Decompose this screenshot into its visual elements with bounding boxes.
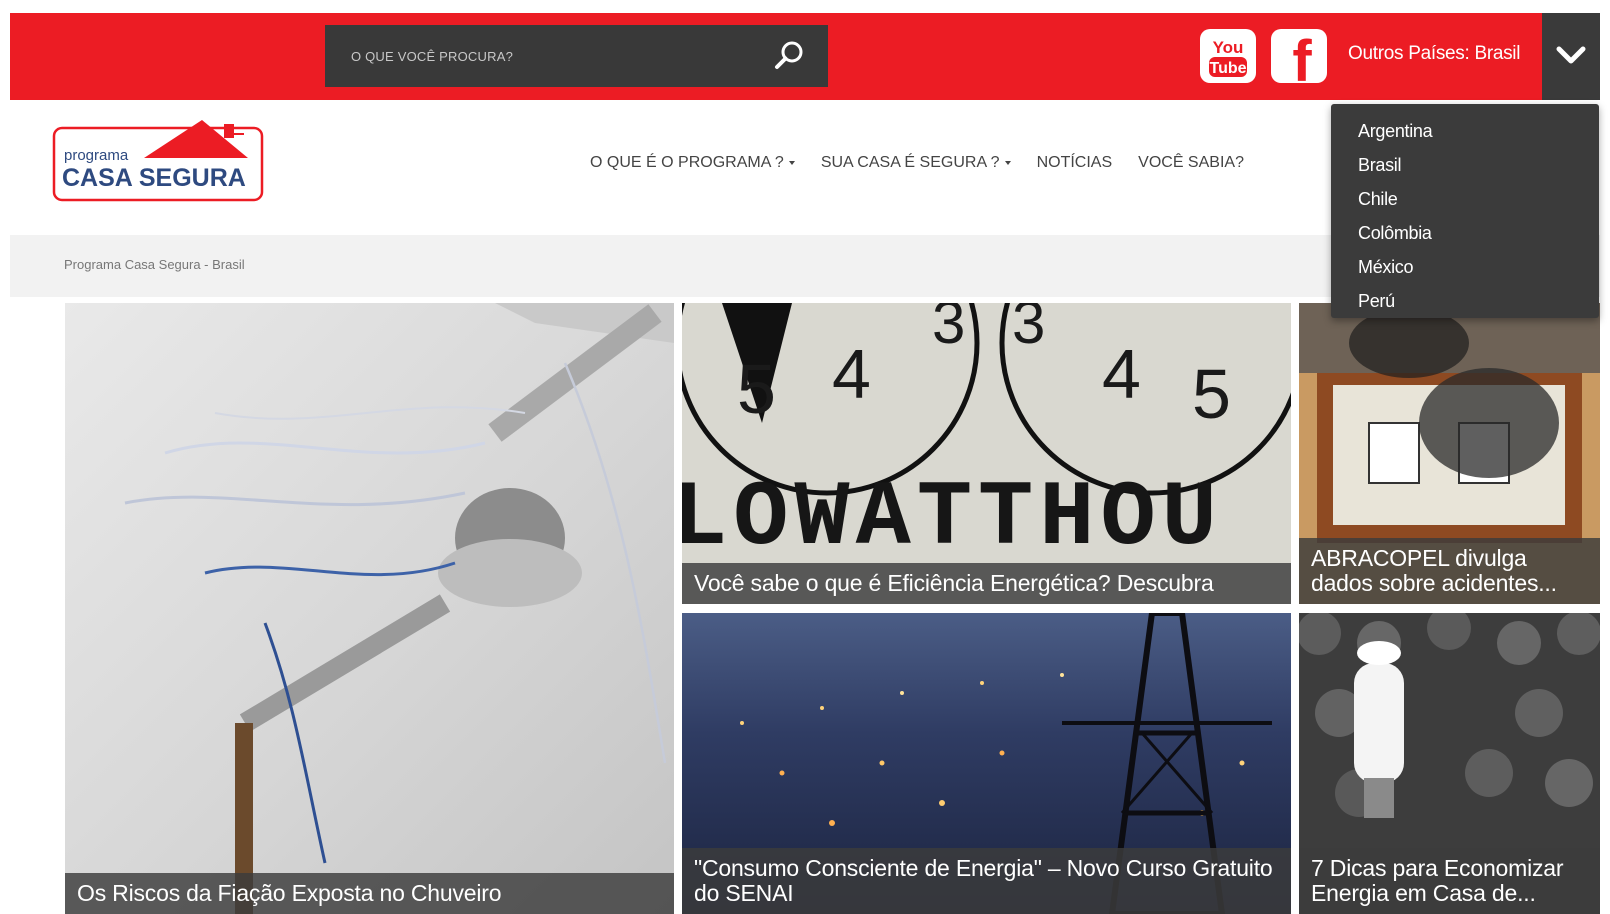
country-option-brasil[interactable]: Brasil — [1331, 148, 1599, 182]
nav-item-label: NOTÍCIAS — [1036, 154, 1113, 171]
tile-caption: "Consumo Consciente de Energia" – Novo C… — [682, 848, 1291, 914]
svg-text:4: 4 — [1102, 335, 1141, 413]
tile-caption: Você sabe o que é Eficiência Energética?… — [682, 563, 1291, 604]
country-option-chile[interactable]: Chile — [1331, 182, 1599, 216]
news-tile-eficiencia[interactable]: 5 4 3 3 4 5 LOWATTHOU Você sabe o que é … — [682, 303, 1291, 604]
svg-text:Tube: Tube — [1209, 60, 1246, 77]
tile-caption: ABRACOPEL divulga dados sobre acidentes.… — [1299, 538, 1600, 604]
nav-item-programa[interactable]: O QUE É O PROGRAMA ? — [590, 154, 795, 172]
news-tile-dicas[interactable]: 7 Dicas para Economizar Energia em Casa … — [1299, 613, 1600, 914]
caret-down-icon — [1004, 160, 1011, 165]
news-tile-abracopel[interactable]: ABRACOPEL divulga dados sobre acidentes.… — [1299, 303, 1600, 604]
svg-text:CASA SEGURA: CASA SEGURA — [62, 164, 246, 192]
country-dropdown-menu: Argentina Brasil Chile Colômbia México P… — [1331, 104, 1599, 318]
nav-item-voce-sabia[interactable]: VOCÊ SABIA? — [1138, 154, 1244, 172]
nav-item-label: O QUE É O PROGRAMA ? — [590, 154, 784, 171]
country-option-colombia[interactable]: Colômbia — [1331, 216, 1599, 250]
nav-item-label: VOCÊ SABIA? — [1138, 154, 1244, 171]
svg-text:3: 3 — [932, 303, 965, 356]
svg-text:f: f — [1292, 29, 1312, 83]
svg-text:You: You — [1213, 38, 1244, 57]
svg-text:4: 4 — [832, 335, 871, 413]
youtube-icon: You Tube — [1209, 38, 1247, 77]
news-tile-senai[interactable]: "Consumo Consciente de Energia" – Novo C… — [682, 613, 1291, 914]
country-option-peru[interactable]: Perú — [1331, 284, 1599, 318]
country-dropdown-toggle[interactable] — [1542, 13, 1600, 100]
facebook-link[interactable]: f — [1271, 29, 1327, 94]
search-icon — [775, 41, 803, 69]
page: You Tube f Outros Países: Brasil program… — [0, 0, 1610, 914]
nav-item-noticias[interactable]: NOTÍCIAS — [1037, 154, 1113, 172]
house-logo-icon: programa CASA SEGURA — [52, 120, 264, 202]
country-selector-label[interactable]: Outros Países: Brasil — [1348, 43, 1520, 65]
tile-caption: 7 Dicas para Economizar Energia em Casa … — [1299, 848, 1600, 914]
youtube-link[interactable]: You Tube — [1200, 29, 1256, 83]
top-bar: You Tube f Outros Países: Brasil — [10, 13, 1600, 100]
svg-text:LOWATTHOU: LOWATTHOU — [682, 466, 1223, 571]
country-option-mexico[interactable]: México — [1331, 250, 1599, 284]
shower-wiring-image — [124, 303, 674, 914]
search-box — [325, 25, 828, 87]
svg-text:3: 3 — [1012, 303, 1045, 356]
search-button[interactable] — [772, 39, 806, 73]
facebook-icon: f — [1292, 29, 1312, 94]
breadcrumb[interactable]: Programa Casa Segura - Brasil — [64, 257, 245, 272]
chevron-down-icon — [1556, 46, 1586, 64]
news-tile-fiacao[interactable]: Os Riscos da Fiação Exposta no Chuveiro — [65, 303, 674, 914]
country-option-argentina[interactable]: Argentina — [1331, 114, 1599, 148]
tile-caption: Os Riscos da Fiação Exposta no Chuveiro — [65, 873, 674, 914]
search-input[interactable] — [325, 25, 765, 87]
caret-down-icon — [788, 160, 795, 165]
site-logo[interactable]: programa CASA SEGURA — [52, 118, 264, 204]
svg-text:programa: programa — [64, 147, 129, 164]
svg-text:5: 5 — [737, 350, 776, 428]
main-nav: O QUE É O PROGRAMA ? SUA CASA É SEGURA ?… — [590, 154, 1270, 172]
electric-meter-image: 5 4 3 3 4 5 LOWATTHOU — [682, 303, 1291, 604]
nav-item-label: SUA CASA É SEGURA ? — [820, 154, 1000, 171]
nav-item-sua-casa[interactable]: SUA CASA É SEGURA ? — [821, 154, 1011, 172]
svg-text:5: 5 — [1192, 355, 1231, 433]
